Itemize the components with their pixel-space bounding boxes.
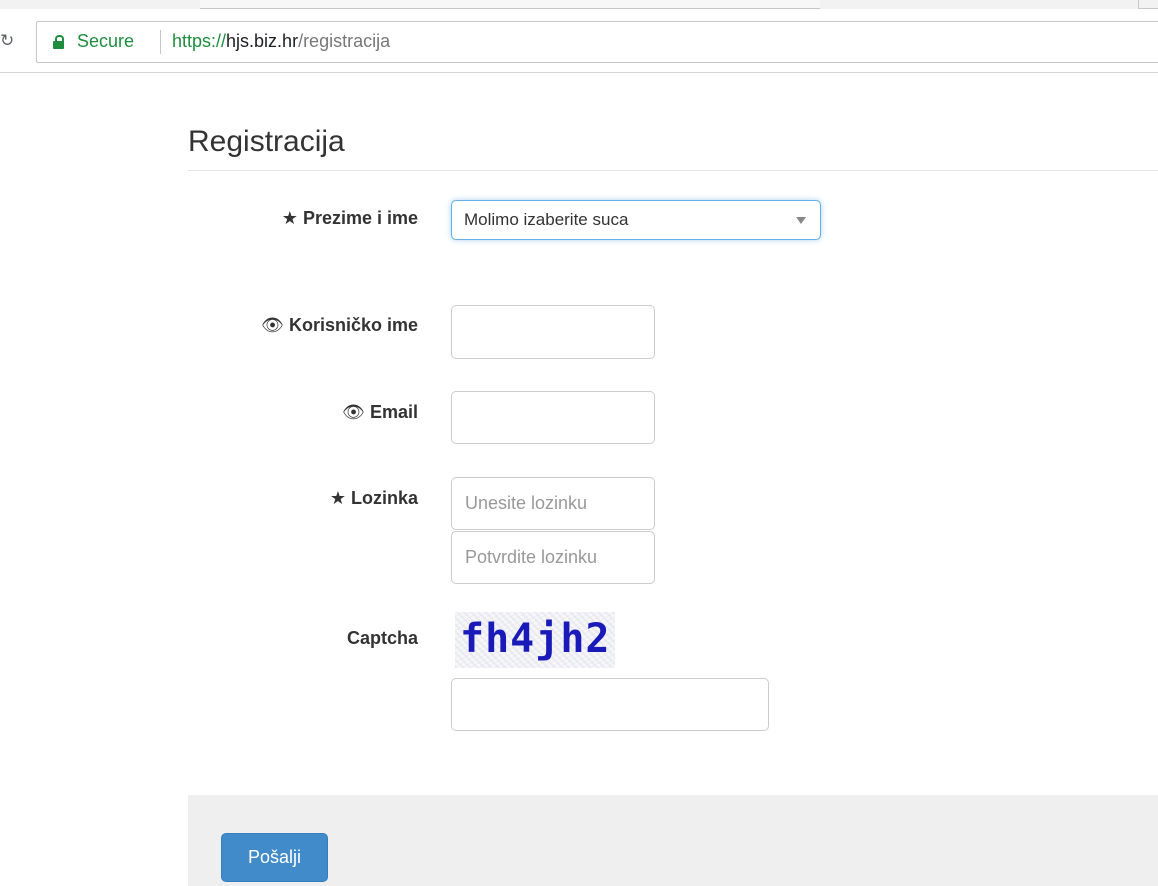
security-indicator[interactable]: Secure xyxy=(77,31,134,52)
url-text[interactable]: https://hjs.biz.hr/registracija xyxy=(172,31,390,52)
captcha-label-text: Captcha xyxy=(346,628,418,648)
url-scheme: https:// xyxy=(172,31,227,51)
captcha-input[interactable] xyxy=(451,678,769,731)
email-input[interactable] xyxy=(451,391,655,444)
chevron-down-icon xyxy=(796,217,806,224)
address-separator xyxy=(160,30,161,54)
browser-toolbar: ↻ Secure https://hjs.biz.hr/registracija xyxy=(0,9,1158,73)
username-label-text: Korisničko ime xyxy=(288,315,418,335)
star-icon: ★ xyxy=(329,488,346,509)
lock-icon[interactable] xyxy=(53,35,64,49)
eye-icon: 👁 xyxy=(342,402,365,423)
judge-select-value: Molimo izaberite suca xyxy=(464,210,629,229)
submit-button[interactable]: Pošalji xyxy=(221,833,328,882)
password-label: ★ Lozinka xyxy=(330,488,418,509)
email-label-text: Email xyxy=(369,402,418,422)
url-host: hjs.biz.hr xyxy=(226,31,299,51)
username-label: 👁 Korisničko ime xyxy=(261,315,418,336)
address-bar[interactable]: Secure https://hjs.biz.hr/registracija xyxy=(36,21,1158,63)
name-label: ★ Prezime i ime xyxy=(282,208,418,229)
username-input[interactable] xyxy=(451,305,655,359)
new-tab-area[interactable] xyxy=(1138,0,1158,9)
title-divider xyxy=(188,170,1158,171)
captcha-code: fh4jh2 xyxy=(460,616,611,662)
browser-tab[interactable] xyxy=(200,0,820,9)
password-confirm-input[interactable] xyxy=(451,531,655,584)
tab-strip xyxy=(0,0,1158,9)
name-label-text: Prezime i ime xyxy=(302,208,418,228)
password-input[interactable] xyxy=(451,477,655,530)
eye-icon: 👁 xyxy=(261,315,284,336)
captcha-label: Captcha xyxy=(347,628,418,649)
star-icon: ★ xyxy=(281,208,298,229)
password-label-text: Lozinka xyxy=(350,488,418,508)
form-footer: Pošalji xyxy=(188,795,1158,886)
email-label: 👁 Email xyxy=(342,402,418,423)
reload-icon[interactable]: ↻ xyxy=(0,31,14,51)
page-title: Registracija xyxy=(188,125,345,158)
url-path: /registracija xyxy=(298,31,391,51)
judge-select[interactable]: Molimo izaberite suca xyxy=(451,200,821,240)
captcha-image: fh4jh2 xyxy=(455,612,615,668)
